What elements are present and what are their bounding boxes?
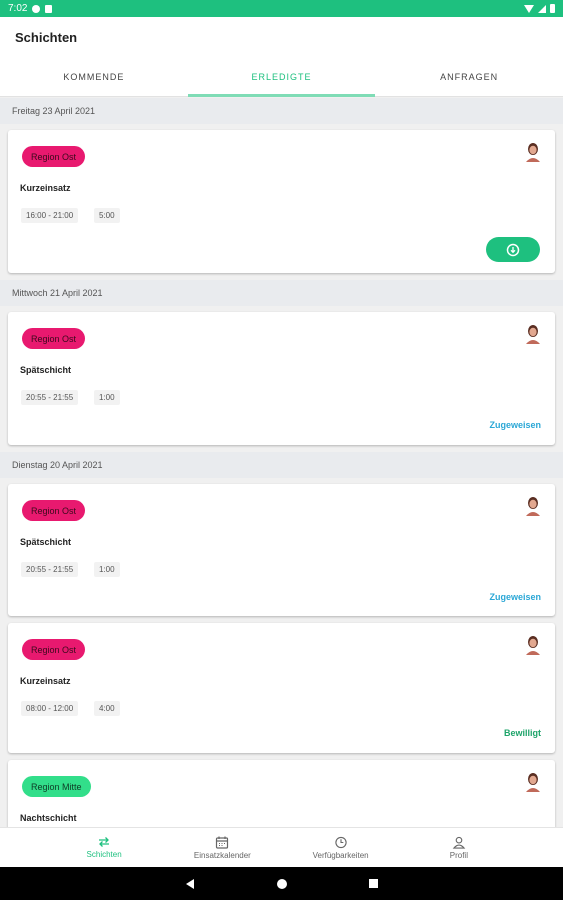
nav-profil[interactable]: Profil xyxy=(400,828,518,867)
system-nav-bar xyxy=(0,867,563,900)
download-button[interactable] xyxy=(486,237,540,262)
nav-label: Einsatzkalender xyxy=(193,850,251,860)
assign-link[interactable]: Zugeweisen xyxy=(489,420,541,430)
sd-card-icon xyxy=(45,4,53,13)
signal-icon xyxy=(538,4,546,13)
nav-verfuegbarkeiten[interactable]: Verfügbarkeiten xyxy=(282,828,400,867)
region-badge: Region Ost xyxy=(22,328,86,349)
approved-status: Bewilligt xyxy=(503,728,541,738)
tab-erledigte[interactable]: ERLEDIGTE xyxy=(187,58,376,97)
shift-duration: 4:00 xyxy=(94,701,120,716)
shift-name: Kurzeinsatz xyxy=(20,183,71,193)
date-header: Dienstag 20 April 2021 xyxy=(0,452,563,478)
shift-name: Spätschicht xyxy=(20,365,72,375)
shift-card[interactable]: Region Mitte Nachtschicht xyxy=(8,760,555,827)
home-icon[interactable] xyxy=(276,878,288,890)
battery-icon xyxy=(550,4,555,13)
shift-name: Kurzeinsatz xyxy=(20,676,71,686)
tab-bar: KOMMENDE ERLEDIGTE ANFRAGEN xyxy=(0,58,563,97)
shift-duration: 5:00 xyxy=(94,208,120,223)
notification-icon xyxy=(32,4,41,13)
wifi-icon xyxy=(524,4,534,13)
status-bar: 7:02 xyxy=(0,0,563,17)
shift-list[interactable]: Freitag 23 April 2021 Region Ost Kurzein… xyxy=(0,98,563,827)
shift-time-range: 16:00 - 21:00 xyxy=(21,208,79,223)
region-badge: Region Mitte xyxy=(22,776,91,797)
nav-label: Schichten xyxy=(86,850,122,859)
bottom-nav: Schichten Einsatzkalender Verfügbarkeite… xyxy=(0,827,563,867)
status-time: 7:02 xyxy=(8,3,28,14)
tab-anfragen[interactable]: ANFRAGEN xyxy=(375,58,563,96)
region-badge: Region Ost xyxy=(22,639,86,660)
recents-icon[interactable] xyxy=(368,878,379,889)
shift-card[interactable]: Region Ost Kurzeinsatz 16:00 - 21:00 5:0… xyxy=(8,130,555,273)
shift-time-range: 20:55 - 21:55 xyxy=(21,390,79,405)
shift-name: Spätschicht xyxy=(20,537,72,547)
shift-card[interactable]: Region Ost Spätschicht 20:55 - 21:55 1:0… xyxy=(8,312,555,445)
shift-time-range: 20:55 - 21:55 xyxy=(21,562,79,577)
shift-card[interactable]: Region Ost Kurzeinsatz 08:00 - 12:00 4:0… xyxy=(8,623,555,753)
nav-einsatzkalender[interactable]: Einsatzkalender xyxy=(163,828,281,867)
region-badge: Region Ost xyxy=(22,146,86,167)
nav-label: Verfügbarkeiten xyxy=(312,850,369,860)
shift-duration: 1:00 xyxy=(94,562,120,577)
download-icon xyxy=(506,243,520,256)
date-header: Mittwoch 21 April 2021 xyxy=(0,280,563,306)
calendar-icon xyxy=(216,836,229,849)
shift-card[interactable]: Region Ost Spätschicht 20:55 - 21:55 1:0… xyxy=(8,484,555,616)
person-icon xyxy=(452,836,466,849)
nav-schichten[interactable]: Schichten xyxy=(45,828,163,867)
avatar xyxy=(526,773,540,792)
date-header: Freitag 23 April 2021 xyxy=(0,98,563,124)
app-bar: Schichten xyxy=(0,17,563,58)
avatar xyxy=(526,143,540,162)
clock-icon xyxy=(334,836,347,848)
region-badge: Region Ost xyxy=(22,500,86,521)
assign-link[interactable]: Zugeweisen xyxy=(489,592,541,602)
avatar xyxy=(526,636,540,655)
tab-kommende[interactable]: KOMMENDE xyxy=(0,58,188,96)
page-title: Schichten xyxy=(15,30,78,45)
nav-label: Profil xyxy=(449,850,468,860)
back-icon[interactable] xyxy=(184,878,196,890)
shift-duration: 1:00 xyxy=(94,390,120,405)
shift-time-range: 08:00 - 12:00 xyxy=(21,701,79,716)
avatar xyxy=(526,497,540,516)
swap-arrows-icon xyxy=(99,837,110,847)
shift-name: Nachtschicht xyxy=(20,813,77,823)
avatar xyxy=(526,325,540,344)
